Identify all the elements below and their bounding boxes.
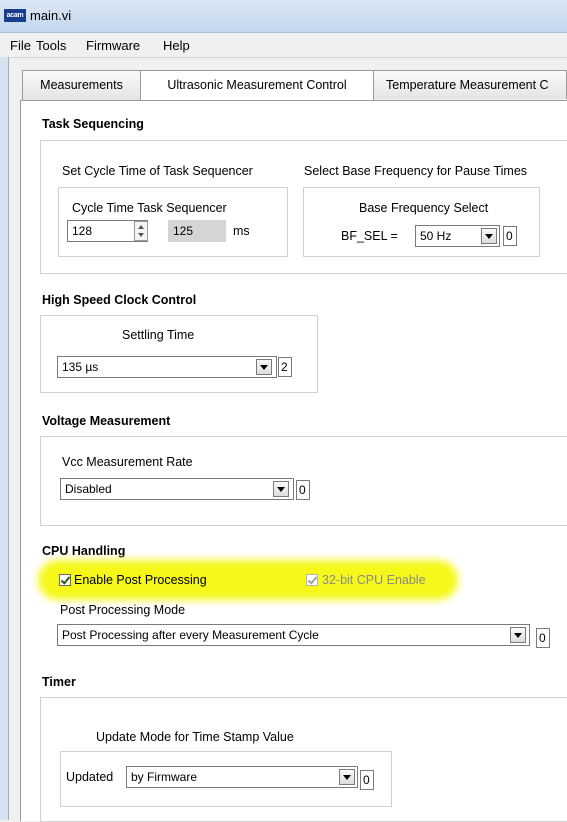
enable-post-processing-checkbox[interactable] <box>59 574 71 586</box>
timer-heading: Timer <box>42 675 76 689</box>
cpu32-enable-checkbox <box>306 574 318 586</box>
post-processing-mode-dropdown[interactable]: Post Processing after every Measurement … <box>57 624 530 646</box>
base-frequency-label: Base Frequency Select <box>359 201 489 215</box>
settling-time-group <box>40 315 318 393</box>
bf-sel-index: 0 <box>503 226 517 246</box>
updated-mode-dropdown-arrow-icon[interactable] <box>339 769 355 785</box>
menu-firmware[interactable]: Firmware <box>86 38 140 53</box>
vcc-rate-label: Vcc Measurement Rate <box>62 455 193 469</box>
cycle-time-label: Cycle Time Task Sequencer <box>72 201 227 215</box>
spinner-down-icon[interactable] <box>138 233 144 237</box>
tab-strip: Measurements Ultrasonic Measurement Cont… <box>20 70 567 101</box>
cycle-group-label: Set Cycle Time of Task Sequencer <box>62 164 253 178</box>
bf-sel-dropdown-arrow-icon[interactable] <box>481 228 497 244</box>
vcc-rate-dropdown-arrow-icon[interactable] <box>273 481 289 497</box>
cycle-time-spinner[interactable] <box>134 221 148 241</box>
post-processing-mode-dropdown-arrow-icon[interactable] <box>510 627 526 643</box>
cycle-time-unit: ms <box>233 224 250 238</box>
tab-measurements[interactable]: Measurements <box>22 70 141 100</box>
clock-control-heading: High Speed Clock Control <box>42 293 197 307</box>
settling-time-label: Settling Time <box>122 328 195 342</box>
voltage-measurement-heading: Voltage Measurement <box>42 414 171 428</box>
time-stamp-update-label: Update Mode for Time Stamp Value <box>96 730 294 744</box>
tab-ultrasonic-measurement-control[interactable]: Ultrasonic Measurement Control <box>140 70 374 101</box>
post-processing-mode-label: Post Processing Mode <box>60 603 186 617</box>
task-sequencing-heading: Task Sequencing <box>42 117 144 131</box>
spinner-up-icon[interactable] <box>138 225 144 229</box>
cpu32-enable-label: 32-bit CPU Enable <box>322 573 426 587</box>
menu-file[interactable]: File <box>10 38 31 53</box>
menu-bar: File Tools Firmware Help <box>0 33 567 58</box>
freq-group-label: Select Base Frequency for Pause Times <box>304 164 528 178</box>
settling-time-index: 2 <box>278 357 292 377</box>
menu-help[interactable]: Help <box>163 38 190 53</box>
post-processing-mode-index: 0 <box>536 628 550 648</box>
cycle-time-ms-display: 125 <box>168 220 226 242</box>
bf-sel-label: BF_SEL = <box>341 229 398 243</box>
settling-time-dropdown-arrow-icon[interactable] <box>256 359 272 375</box>
window-title: main.vi <box>30 8 72 23</box>
updated-mode-index: 0 <box>360 770 374 790</box>
tab-temperature-measurement[interactable]: Temperature Measurement C <box>373 70 567 99</box>
updated-mode-dropdown[interactable]: by Firmware <box>126 766 358 788</box>
settling-time-dropdown[interactable]: 135 µs <box>57 356 277 378</box>
window-left-border <box>0 57 9 820</box>
vcc-rate-dropdown[interactable]: Disabled <box>60 478 294 500</box>
menu-tools[interactable]: Tools <box>36 38 66 53</box>
updated-label: Updated <box>66 770 114 784</box>
cpu-handling-heading: CPU Handling <box>42 544 126 558</box>
vcc-rate-index: 0 <box>296 480 310 500</box>
app-logo-icon: acam <box>4 9 26 22</box>
enable-post-processing-label[interactable]: Enable Post Processing <box>74 573 207 587</box>
window-titlebar: acam main.vi <box>0 0 567 33</box>
